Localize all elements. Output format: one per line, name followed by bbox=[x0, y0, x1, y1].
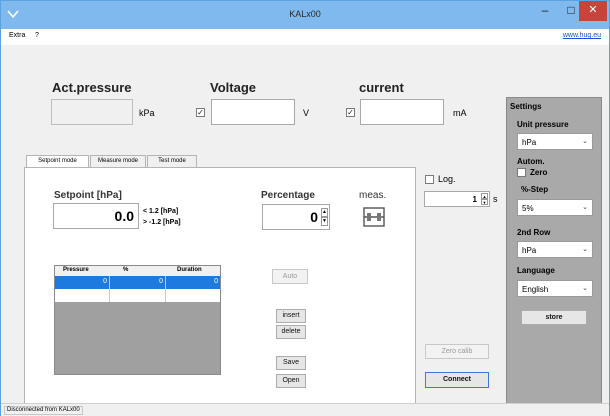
table-row[interactable]: 0 0 0 bbox=[55, 276, 220, 289]
table-cell[interactable] bbox=[110, 289, 166, 302]
step-label: %-Step bbox=[521, 185, 549, 194]
second-row-label: 2nd Row bbox=[517, 228, 551, 237]
menu-extra[interactable]: Extra bbox=[9, 32, 25, 39]
zero-label: Zero bbox=[530, 168, 548, 177]
app-window: KALx00 – □ ✕ Extra ? www.hug.eu Act.pres… bbox=[0, 0, 610, 416]
second-row-value: hPa bbox=[522, 246, 537, 255]
stepper-down-icon[interactable]: ▼ bbox=[321, 217, 328, 226]
settings-title: Settings bbox=[510, 102, 542, 111]
column-duration: Duration bbox=[177, 267, 202, 273]
step-value: 5% bbox=[522, 204, 534, 213]
zero-checkbox[interactable] bbox=[517, 168, 526, 177]
setpoint-value: 0.0 bbox=[114, 208, 134, 224]
status-text: Disconnected from KALx00 bbox=[4, 406, 83, 415]
table-cell[interactable] bbox=[55, 289, 110, 302]
minimize-button[interactable]: – bbox=[532, 1, 558, 21]
current-checkbox[interactable]: ✓ bbox=[346, 108, 355, 117]
window-title: KALx00 bbox=[289, 9, 321, 19]
table-cell[interactable] bbox=[166, 289, 220, 302]
log-interval-value: 1 bbox=[472, 195, 477, 204]
setpoint-field[interactable]: 0.0 bbox=[53, 203, 139, 229]
current-label: current bbox=[359, 80, 404, 95]
percentage-value: 0 bbox=[310, 209, 318, 225]
log-checkbox[interactable] bbox=[425, 175, 434, 184]
meas-label: meas. bbox=[359, 190, 387, 201]
setpoint-label: Setpoint [hPa] bbox=[54, 190, 122, 201]
voltage-unit: V bbox=[303, 108, 310, 118]
status-bar: Disconnected from KALx00 bbox=[1, 403, 609, 416]
save-button[interactable]: Save bbox=[276, 356, 306, 370]
stepper-up-icon[interactable]: ▲ bbox=[321, 208, 328, 217]
second-row-select[interactable]: hPa ⌄ bbox=[517, 241, 593, 258]
voltage-checkbox[interactable]: ✓ bbox=[196, 108, 205, 117]
menu-bar: Extra ? www.hug.eu bbox=[1, 29, 609, 45]
pressure-unit: kPa bbox=[139, 108, 155, 118]
gauge-icon[interactable] bbox=[361, 204, 387, 230]
pressure-label: Act.pressure bbox=[52, 80, 132, 95]
setpoint-table[interactable]: Pressure % Duration 0 0 0 bbox=[54, 265, 221, 375]
tolerance-plus: < 1.2 [hPa] bbox=[143, 208, 179, 215]
chevron-down-icon: ⌄ bbox=[582, 138, 588, 145]
store-button[interactable]: store bbox=[521, 310, 587, 325]
voltage-label: Voltage bbox=[210, 80, 256, 95]
title-bar: KALx00 – □ ✕ bbox=[1, 1, 609, 29]
unit-pressure-select[interactable]: hPa ⌄ bbox=[517, 133, 593, 150]
log-label: Log. bbox=[438, 174, 456, 184]
language-select[interactable]: English ⌄ bbox=[517, 280, 593, 297]
website-link[interactable]: www.hug.eu bbox=[563, 32, 601, 39]
step-select[interactable]: 5% ⌄ bbox=[517, 199, 593, 216]
delete-button[interactable]: delete bbox=[276, 325, 306, 339]
current-unit: mA bbox=[453, 108, 467, 118]
autom-label: Autom. bbox=[517, 157, 545, 166]
table-cell[interactable]: 0 bbox=[55, 276, 110, 289]
pressure-field bbox=[51, 99, 133, 125]
settings-panel: Settings Unit pressure hPa ⌄ Autom. Zero… bbox=[506, 97, 602, 405]
table-cell[interactable]: 0 bbox=[166, 276, 220, 289]
table-cell[interactable]: 0 bbox=[110, 276, 166, 289]
table-row[interactable] bbox=[55, 289, 220, 302]
log-interval-stepper[interactable]: 1 ▲ ▼ bbox=[424, 191, 490, 207]
tolerance-minus: > -1.2 [hPa] bbox=[143, 219, 181, 226]
chevron-down-icon: ⌄ bbox=[582, 246, 588, 253]
stepper-down-icon[interactable]: ▼ bbox=[481, 199, 488, 205]
unit-pressure-value: hPa bbox=[522, 138, 537, 147]
voltage-field bbox=[211, 99, 295, 125]
column-percent: % bbox=[123, 267, 129, 273]
language-label: Language bbox=[517, 266, 555, 275]
menu-help[interactable]: ? bbox=[35, 32, 39, 39]
chevron-down-icon: ⌄ bbox=[582, 204, 588, 211]
unit-pressure-label: Unit pressure bbox=[517, 120, 569, 129]
connect-button[interactable]: Connect bbox=[425, 372, 489, 388]
percentage-stepper[interactable]: 0 ▲ ▼ bbox=[262, 204, 330, 230]
current-field bbox=[360, 99, 444, 125]
auto-button[interactable]: Auto bbox=[272, 269, 308, 284]
column-pressure: Pressure bbox=[63, 267, 89, 273]
percentage-label: Percentage bbox=[261, 190, 315, 201]
table-header: Pressure % Duration bbox=[55, 266, 220, 276]
language-value: English bbox=[522, 285, 549, 294]
close-button[interactable]: ✕ bbox=[579, 1, 607, 21]
zero-calib-button[interactable]: Zero calib bbox=[425, 344, 489, 359]
chevron-down-icon: ⌄ bbox=[582, 285, 588, 292]
open-button[interactable]: Open bbox=[276, 374, 306, 388]
insert-button[interactable]: insert bbox=[276, 309, 306, 323]
log-unit: s bbox=[493, 194, 498, 204]
